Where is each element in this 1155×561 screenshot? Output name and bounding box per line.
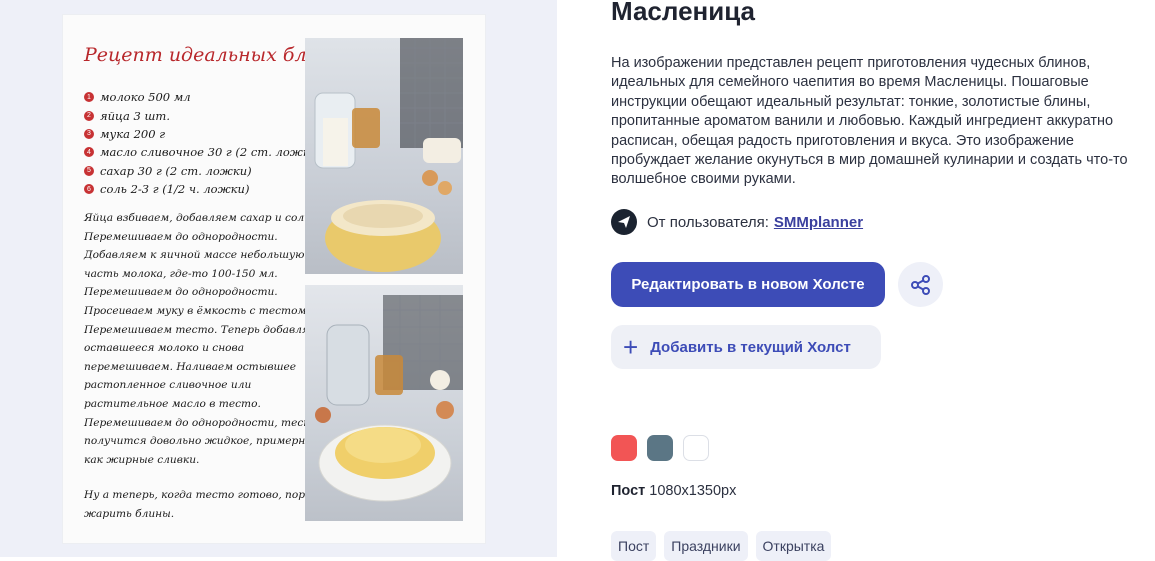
ingredient-text: яйца 3 шт. (100, 108, 170, 123)
ingredient-number: 4 (84, 147, 94, 158)
ingredient-item: 1 молоко 500 мл (84, 88, 322, 106)
instruction-line: Перемешиваем до однородности. (84, 230, 278, 243)
ingredient-text: соль 2-3 г (1/2 ч. ложки) (100, 182, 250, 197)
ingredient-item: 3 мука 200 г (84, 125, 322, 143)
ingredient-number: 1 (84, 92, 94, 103)
instruction-line: часть молока, где-то 100-150 мл. (84, 267, 278, 280)
instruction-line: Перемешиваем тесто. Теперь добавляем (84, 323, 324, 336)
template-preview[interactable]: Рецепт идеальных блинов 1 молоко 500 мл 2 я… (62, 14, 486, 544)
instruction-line: Добавляем к яичной массе небольшую (84, 249, 305, 262)
ingredient-text: мука 200 г (100, 126, 166, 141)
instruction-line: Яйца взбиваем, добавляем сахар и соль. (84, 212, 314, 224)
template-description: На изображении представлен рецепт пригот… (611, 55, 1128, 188)
instruction-line: получится довольно жидкое, примерно (84, 435, 312, 448)
instruction-line: Перемешиваем до однородности. (84, 286, 278, 299)
ingredients-list: 1 молоко 500 мл 2 яйца 3 шт. 3 мука 200 г 4 мас… (84, 88, 322, 198)
instruction-line: Перемешиваем до однородности, тесто (84, 416, 320, 429)
preview-pane: Рецепт идеальных блинов 1 молоко 500 мл 2 я… (0, 0, 557, 557)
ingredient-text: молоко 500 мл (100, 90, 191, 105)
ingredient-item: 2 яйца 3 шт. (84, 106, 322, 124)
dough-bowl-photo (305, 38, 463, 274)
ingredient-item: 4 масло сливочное 30 г (2 ст. ложки) (84, 143, 322, 161)
instruction-line: Просеиваем муку в ёмкость с тестом. (84, 304, 310, 317)
author-avatar[interactable] (611, 209, 637, 235)
author-prefix: От пользователя: (647, 213, 769, 231)
ingredient-text: сахар 30 г (2 ст. ложки) (100, 163, 252, 178)
ingredient-item: 6 соль 2-3 г (1/2 ч. ложки) (84, 180, 322, 198)
closing-line: жарить блины. (84, 507, 175, 520)
author-line: От пользователя: SMMplanner (611, 208, 863, 236)
color-swatch[interactable] (611, 435, 637, 461)
add-button-label: Добавить в текущий Холст (650, 338, 851, 356)
color-swatch[interactable] (647, 435, 673, 461)
edit-in-new-canvas-button[interactable]: Редактировать в новом Холсте (611, 262, 885, 307)
pancakes-photo (305, 285, 463, 521)
format-info: Пост 1080x1350px (611, 483, 736, 499)
instruction-line: оставшееся молоко и снова (84, 342, 245, 355)
ingredient-number: 3 (84, 128, 94, 139)
ingredient-text: масло сливочное 30 г (2 ст. ложки) (100, 145, 322, 160)
recipe-instructions: Яйца взбиваем, добавляем сахар и соль. Пе… (84, 209, 324, 524)
share-icon (910, 274, 930, 295)
send-arrow-icon (618, 216, 630, 228)
ingredient-number: 2 (84, 110, 94, 121)
ingredient-number: 5 (84, 165, 94, 176)
ingredient-number: 6 (84, 184, 94, 195)
closing-line: Ну а теперь, когда тесто готово, пора (84, 489, 312, 502)
instruction-line: как жирные сливки. (84, 453, 200, 466)
format-size: 1080x1350px (649, 483, 737, 499)
color-palette (611, 435, 719, 461)
author-link[interactable]: SMMplanner (774, 214, 863, 231)
instruction-line: перемешиваем. Наливаем остывшее (84, 360, 297, 373)
ingredient-item: 5 сахар 30 г (2 ст. ложки) (84, 162, 322, 180)
add-to-current-canvas-button[interactable]: + Добавить в текущий Холст (611, 325, 881, 369)
instruction-line: растительное масло в тесто. (84, 397, 261, 410)
page-title: Масленица (611, 0, 755, 26)
plus-icon: + (623, 332, 639, 362)
instruction-line: растопленное сливочное или (84, 379, 252, 392)
share-button[interactable] (898, 262, 943, 307)
format-label: Пост (611, 483, 646, 499)
color-swatch[interactable] (683, 435, 709, 461)
